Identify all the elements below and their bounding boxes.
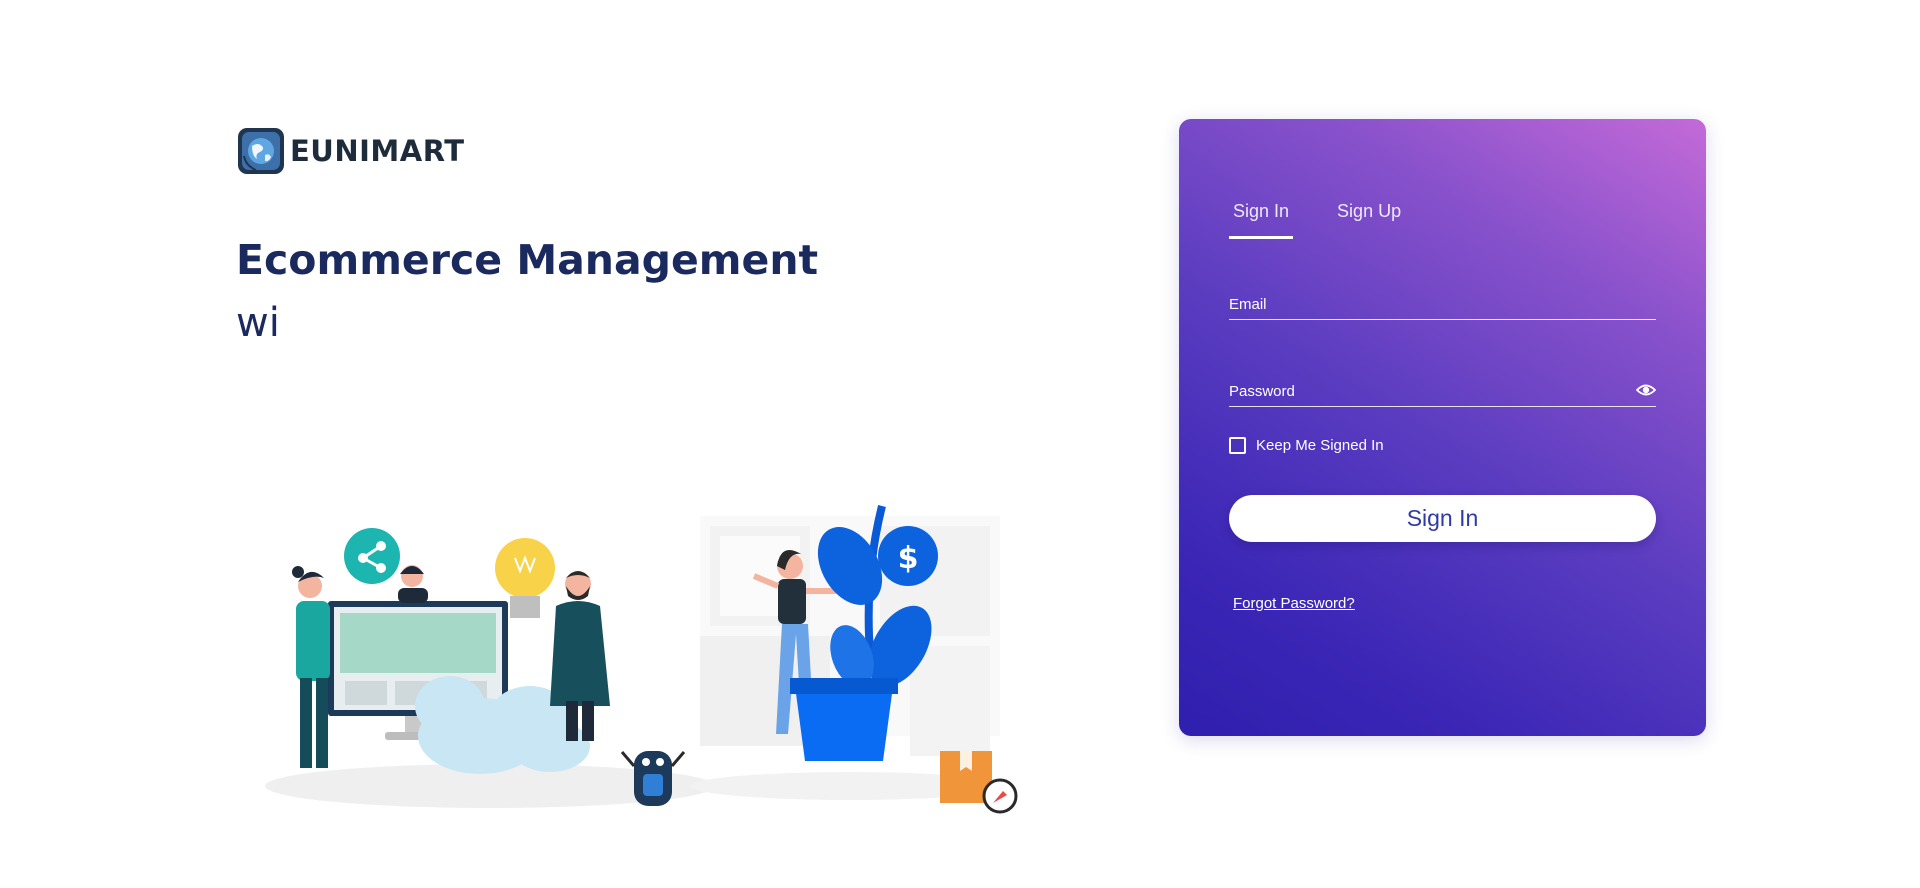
email-field-wrapper — [1229, 291, 1656, 320]
login-card: Sign In Sign Up Keep Me Signed In Sign I… — [1179, 119, 1706, 736]
keep-signed-in-label: Keep Me Signed In — [1256, 437, 1384, 454]
sign-in-button[interactable]: Sign In — [1229, 495, 1656, 542]
tab-sign-in[interactable]: Sign In — [1229, 201, 1294, 239]
auth-tabs: Sign In Sign Up — [1229, 201, 1445, 239]
keep-signed-in-checkbox[interactable] — [1229, 437, 1246, 454]
globe-logo-icon — [238, 128, 284, 174]
tab-sign-up[interactable]: Sign Up — [1333, 201, 1405, 239]
email-input[interactable] — [1229, 291, 1656, 317]
password-input[interactable] — [1229, 378, 1656, 404]
ecommerce-illustration: $ — [265, 505, 1018, 814]
page-subtitle: wi — [236, 300, 280, 346]
forgot-password-link[interactable]: Forgot Password? — [1233, 595, 1355, 612]
brand-name: EUNIMART — [290, 134, 465, 168]
eye-icon[interactable] — [1636, 382, 1656, 398]
login-page: EUNIMART Ecommerce Management wi $ Sign … — [0, 0, 1920, 888]
password-field-wrapper — [1229, 378, 1656, 407]
keep-signed-in[interactable]: Keep Me Signed In — [1229, 437, 1384, 454]
brand-logo: EUNIMART — [236, 126, 465, 176]
svg-text:$: $ — [898, 541, 919, 576]
page-title: Ecommerce Management — [236, 236, 819, 284]
